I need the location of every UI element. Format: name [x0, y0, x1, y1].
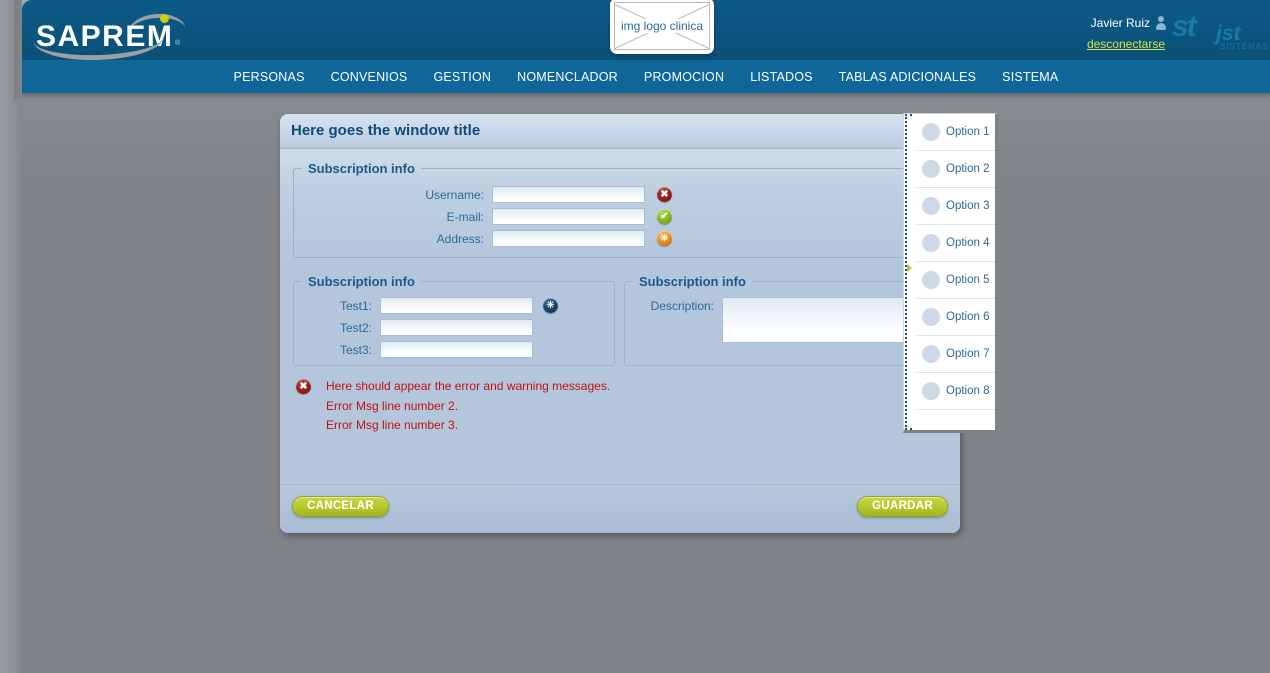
fieldset-subscription-main: Subscription info Username: ✖ E-mail: ✔ …	[293, 161, 947, 258]
user-box: Javier Ruiz desconectarse	[1087, 12, 1166, 52]
options-overlay-panel: Option 1 Option 2 Option 3 Option 4 Option 5…	[903, 113, 998, 433]
main-navigation: PERSONAS CONVENIOS GESTION NOMENCLADOR PROMO…	[22, 60, 1270, 93]
option-bullet-icon	[922, 234, 940, 252]
nav-item-promocion[interactable]: PROMOCION	[644, 70, 724, 84]
window-body: Subscription info Username: ✖ E-mail: ✔ …	[280, 149, 960, 496]
nav-item-personas[interactable]: PERSONAS	[234, 70, 305, 84]
option-row[interactable]: Option 8	[917, 373, 995, 410]
error-icon: ✖	[296, 379, 311, 394]
username-input[interactable]	[492, 186, 645, 203]
fieldset-left-legend: Subscription info	[308, 274, 415, 289]
option-label: Option 3	[946, 200, 990, 212]
option-bullet-icon	[922, 271, 940, 289]
options-list: Option 1 Option 2 Option 3 Option 4 Option 5…	[904, 114, 995, 410]
address-status-warning-icon: ✳	[657, 231, 672, 246]
option-label: Option 5	[946, 274, 990, 286]
option-row[interactable]: Option 7	[917, 336, 995, 373]
option-bullet-icon	[922, 160, 940, 178]
option-bullet-icon	[922, 382, 940, 400]
option-label: Option 6	[946, 311, 990, 323]
clinic-logo-alt-text: img logo clinica	[615, 19, 709, 33]
option-label: Option 2	[946, 163, 990, 175]
logout-link[interactable]: desconectarse	[1087, 36, 1165, 52]
test3-input[interactable]	[380, 341, 533, 358]
option-bullet-icon	[922, 123, 940, 141]
user-name: Javier Ruiz	[1090, 15, 1150, 30]
site-header: SAPREM ® img logo clinica Javier Ruiz de…	[22, 0, 1270, 63]
nav-item-convenios[interactable]: CONVENIOS	[331, 70, 408, 84]
label-test1: Test1:	[339, 298, 372, 313]
test2-input[interactable]	[380, 319, 533, 336]
option-bullet-icon	[922, 197, 940, 215]
description-textarea[interactable]	[722, 297, 907, 343]
nav-item-gestion[interactable]: GESTION	[433, 70, 491, 84]
error-message-line: Error Msg line number 2.	[326, 398, 459, 413]
option-bullet-icon	[922, 345, 940, 363]
label-test2: Test2:	[339, 320, 372, 335]
fieldset-right-legend: Subscription info	[639, 274, 746, 289]
label-address: Address:	[436, 231, 484, 246]
test1-input[interactable]	[380, 297, 533, 314]
navigation-items: PERSONAS CONVENIOS GESTION NOMENCLADOR PROMO…	[22, 60, 1270, 93]
option-label: Option 7	[946, 348, 990, 360]
option-row[interactable]: Option 2	[917, 151, 995, 188]
cancel-button[interactable]: CANCELAR	[292, 496, 389, 517]
nav-item-tablas-adicionales[interactable]: TABLAS ADICIONALES	[839, 70, 976, 84]
label-username: Username:	[425, 187, 484, 202]
modal-window: Here goes the window title Subscription …	[280, 114, 960, 533]
fieldset-main-legend: Subscription info	[308, 161, 415, 176]
option-row[interactable]: Option 6	[917, 299, 995, 336]
nav-item-nomenclador[interactable]: NOMENCLADOR	[517, 70, 618, 84]
option-label: Option 4	[946, 237, 990, 249]
options-panel-arrow-icon	[907, 264, 912, 272]
saprem-logo-registered: ®	[175, 40, 181, 47]
fieldset-subscription-right: Subscription info Description:	[624, 274, 947, 366]
label-test3: Test3:	[339, 342, 372, 357]
options-list-tail	[917, 410, 995, 430]
clinic-logo-placeholder: img logo clinica	[610, 0, 714, 54]
label-description: Description:	[650, 299, 714, 313]
saprem-logo: SAPREM ®	[32, 8, 192, 63]
option-bullet-icon	[922, 308, 940, 326]
email-status-ok-icon: ✔	[657, 209, 672, 224]
email-input[interactable]	[492, 208, 645, 225]
jst-logo-subtitle: SISTEMAS	[1220, 42, 1269, 51]
address-input[interactable]	[492, 230, 645, 247]
error-message-list: Here should appear the error and warning…	[326, 377, 933, 436]
jst-logo-mark: st	[1172, 10, 1197, 43]
option-row[interactable]: Option 4	[917, 225, 995, 262]
error-message-line: Error Msg line number 3.	[326, 418, 459, 433]
nav-item-listados[interactable]: LISTADOS	[750, 70, 813, 84]
window-title-bar: Here goes the window title	[280, 114, 960, 149]
test1-status-info-icon: ✳	[543, 298, 558, 313]
option-row[interactable]: Option 5	[917, 262, 995, 299]
label-email: E-mail:	[446, 209, 484, 224]
save-button[interactable]: GUARDAR	[857, 496, 948, 517]
page-title: Here goes the window title	[291, 122, 481, 139]
broken-image-icon: img logo clinica	[614, 2, 710, 50]
window-footer: CANCELAR GUARDAR	[280, 484, 960, 533]
option-row[interactable]: Option 1	[917, 114, 995, 151]
error-message-line: Here should appear the error and warning…	[326, 379, 611, 393]
option-label: Option 8	[946, 385, 990, 397]
user-icon	[1156, 15, 1166, 30]
fieldset-subscription-left: Subscription info Test1: ✳ Test2: Test3:	[293, 274, 615, 366]
username-status-error-icon: ✖	[657, 187, 672, 202]
option-row[interactable]: Option 3	[917, 188, 995, 225]
nav-item-sistema[interactable]: SISTEMA	[1002, 70, 1058, 84]
error-messages: ✖ Here should appear the error and warni…	[293, 377, 933, 436]
jst-logo: st jst SISTEMAS	[1172, 8, 1267, 54]
option-label: Option 1	[946, 126, 990, 138]
